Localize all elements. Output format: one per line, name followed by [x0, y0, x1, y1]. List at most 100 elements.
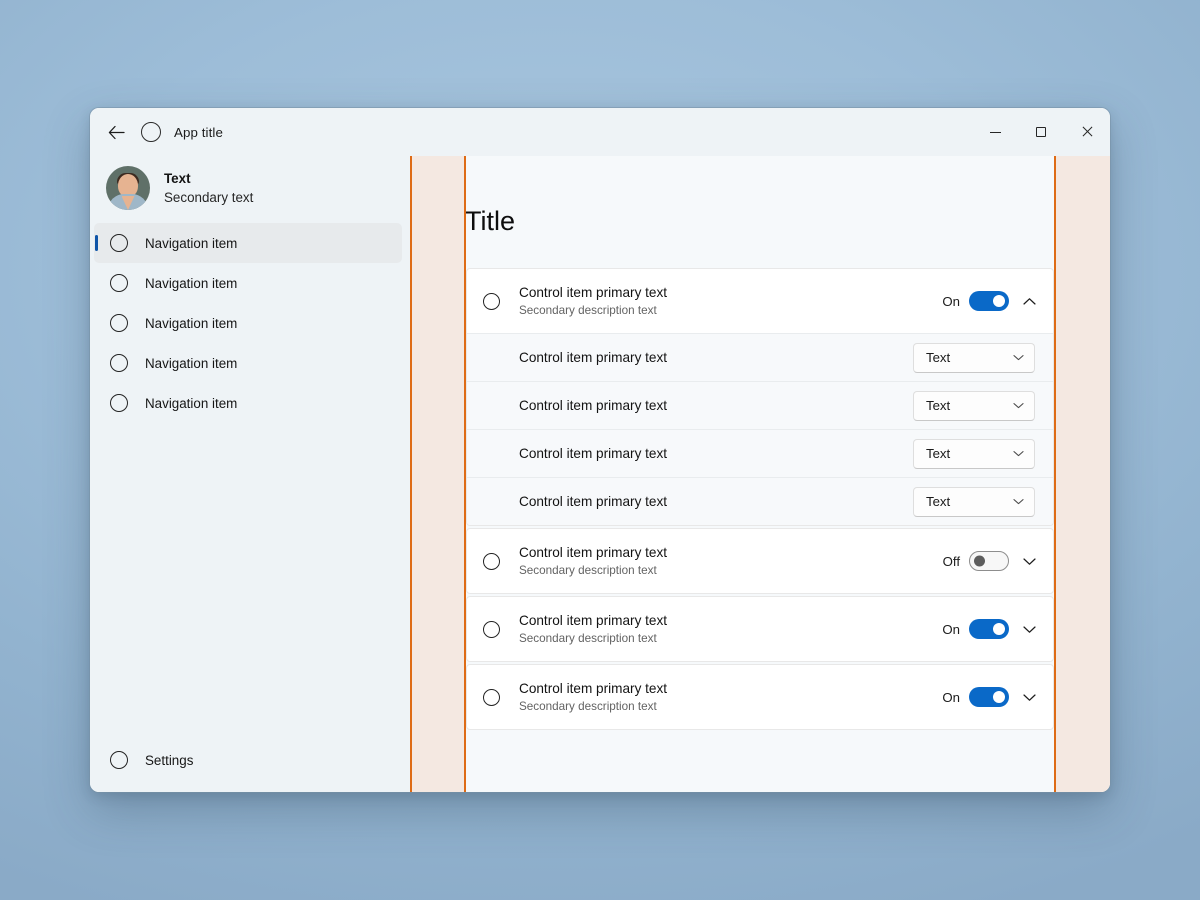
dropdown-value: Text: [926, 446, 951, 461]
navigation-sidebar: Text Secondary text Navigation item Navi…: [90, 156, 410, 792]
title-spacer: [466, 235, 1054, 268]
toggle-switch[interactable]: [969, 619, 1009, 639]
expander-card-3: Control item primary text Secondary desc…: [466, 596, 1054, 662]
chevron-down-icon: [1022, 693, 1036, 701]
toggle-state-label: On: [942, 293, 960, 309]
dropdown-2[interactable]: Text: [913, 390, 1035, 421]
toggle-switch[interactable]: [969, 291, 1009, 311]
toggle-switch[interactable]: [969, 687, 1009, 707]
chevron-down-icon: [1013, 450, 1024, 457]
account-primary-text: Text: [164, 170, 191, 186]
toggle-state-label: Off: [942, 553, 960, 569]
chevron-down-icon: [1022, 557, 1036, 565]
app-icon: [141, 122, 161, 142]
control-secondary-text: Secondary description text: [519, 304, 657, 318]
sidebar-item-navigation-1[interactable]: Navigation item: [94, 223, 402, 263]
expander-header-1[interactable]: Control item primary text Secondary desc…: [467, 269, 1053, 333]
expander-texts: Control item primary text Secondary desc…: [519, 544, 943, 579]
close-icon: [1081, 126, 1093, 138]
chevron-down-icon: [1013, 354, 1024, 361]
expander-card-1: Control item primary text Secondary desc…: [466, 268, 1054, 526]
chevron-down-icon: [1013, 402, 1024, 409]
account-text: Text Secondary text: [164, 170, 253, 206]
window-body: Text Secondary text Navigation item Navi…: [90, 156, 1110, 792]
toggle-thumb: [993, 295, 1005, 307]
expander-chevron-button-3[interactable]: [1009, 625, 1049, 634]
sub-row-label: Control item primary text: [519, 398, 668, 413]
minimize-icon: [989, 131, 1001, 133]
dropdown-value: Text: [926, 398, 951, 413]
sidebar-item-navigation-3[interactable]: Navigation item: [94, 303, 402, 343]
circle-icon: [110, 354, 128, 372]
expander-texts: Control item primary text Secondary desc…: [519, 612, 942, 647]
circle-icon: [110, 234, 128, 252]
back-button[interactable]: [99, 115, 133, 149]
title-bar: App title: [90, 108, 1110, 156]
circle-icon: [110, 394, 128, 412]
toggle-group-1: On: [942, 291, 1009, 311]
control-secondary-text: Secondary description text: [519, 564, 657, 578]
sidebar-item-navigation-4[interactable]: Navigation item: [94, 343, 402, 383]
circle-icon: [483, 620, 500, 638]
expander-chevron-button-1[interactable]: [1009, 297, 1049, 306]
expander-header-3[interactable]: Control item primary text Secondary desc…: [467, 597, 1053, 661]
expander-card-4: Control item primary text Secondary desc…: [466, 664, 1054, 730]
back-arrow-icon: [108, 125, 125, 139]
dropdown-4[interactable]: Text: [913, 486, 1035, 517]
toggle-state-label: On: [942, 689, 960, 705]
expander-texts: Control item primary text Secondary desc…: [519, 680, 942, 715]
circle-icon: [110, 274, 128, 292]
minimize-button[interactable]: [972, 108, 1018, 156]
maximize-icon: [1036, 127, 1046, 137]
circle-icon: [110, 751, 128, 769]
dropdown-value: Text: [926, 350, 951, 365]
toggle-thumb: [974, 555, 985, 567]
caption-buttons: [972, 108, 1110, 156]
toggle-thumb: [993, 691, 1005, 703]
sidebar-item-label: Navigation item: [145, 235, 238, 251]
expander-sub-row-1: Control item primary text Text: [467, 333, 1053, 381]
expander-chevron-button-4[interactable]: [1009, 693, 1049, 702]
dropdown-value: Text: [926, 494, 951, 509]
expander-header-2[interactable]: Control item primary text Secondary desc…: [467, 529, 1053, 593]
expander-header-4[interactable]: Control item primary text Secondary desc…: [467, 665, 1053, 729]
control-primary-text: Control item primary text: [519, 284, 668, 300]
right-margin-guide: [1054, 156, 1110, 792]
dropdown-3[interactable]: Text: [913, 438, 1035, 469]
sidebar-item-navigation-5[interactable]: Navigation item: [94, 383, 402, 423]
left-margin-guide: [410, 156, 466, 792]
toggle-switch[interactable]: [969, 551, 1009, 571]
nav-list: Navigation item Navigation item Navigati…: [94, 223, 402, 423]
sidebar-item-label: Settings: [145, 752, 194, 768]
expander-card-2: Control item primary text Secondary desc…: [466, 528, 1054, 594]
control-secondary-text: Secondary description text: [519, 700, 657, 714]
dropdown-1[interactable]: Text: [913, 342, 1035, 373]
app-window: App title Text Secondary text Navigation…: [90, 108, 1110, 792]
control-secondary-text: Secondary description text: [519, 632, 657, 646]
toggle-thumb: [993, 623, 1005, 635]
control-primary-text: Control item primary text: [519, 680, 668, 696]
content-region: Title Control item primary text Secondar…: [410, 156, 1110, 792]
circle-icon: [483, 292, 500, 310]
circle-icon: [483, 688, 500, 706]
sidebar-item-label: Navigation item: [145, 395, 238, 411]
sidebar-item-label: Navigation item: [145, 315, 238, 331]
toggle-group-3: On: [942, 619, 1009, 639]
sub-row-label: Control item primary text: [519, 446, 668, 461]
control-primary-text: Control item primary text: [519, 612, 668, 628]
expander-chevron-button-2[interactable]: [1009, 557, 1049, 566]
circle-icon: [483, 552, 500, 570]
sidebar-item-label: Navigation item: [145, 275, 238, 291]
sidebar-item-label: Navigation item: [145, 355, 238, 371]
account-block[interactable]: Text Secondary text: [94, 157, 402, 219]
control-primary-text: Control item primary text: [519, 544, 668, 560]
toggle-group-4: On: [942, 687, 1009, 707]
maximize-button[interactable]: [1018, 108, 1064, 156]
close-button[interactable]: [1064, 108, 1110, 156]
sidebar-item-navigation-2[interactable]: Navigation item: [94, 263, 402, 303]
toggle-state-label: On: [942, 621, 960, 637]
sidebar-item-settings[interactable]: Settings: [94, 740, 402, 780]
toggle-group-2: Off: [943, 551, 1009, 571]
sub-row-label: Control item primary text: [519, 494, 668, 509]
